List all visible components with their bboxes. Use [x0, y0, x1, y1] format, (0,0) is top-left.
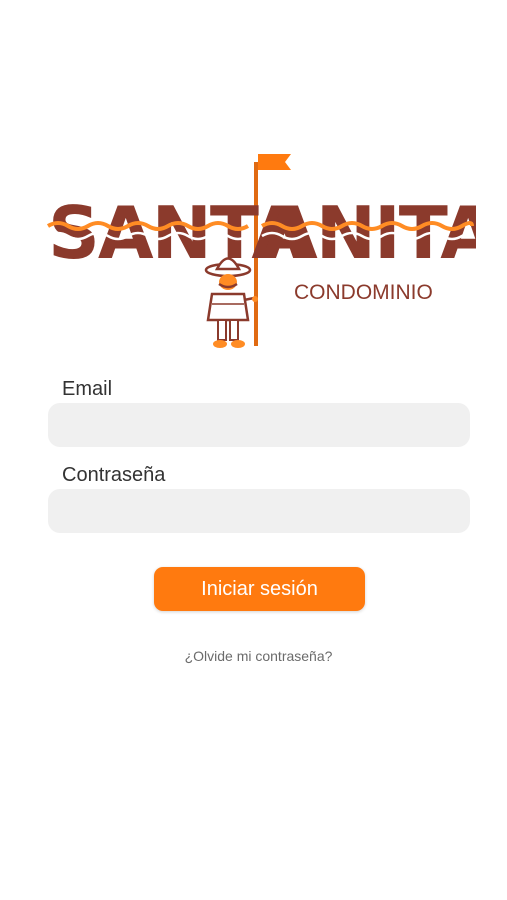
- forgot-password-link[interactable]: ¿Olvide mi contraseña?: [0, 648, 507, 664]
- app-logo: SANTA ANITA CONDOMINIO: [44, 148, 476, 354]
- logo-word-anita: ANITA: [262, 191, 476, 275]
- logo-subtitle: CONDOMINIO: [294, 281, 433, 304]
- flag-icon: [258, 154, 291, 170]
- login-screen: SANTA ANITA CONDOMINIO Email Contraseña …: [0, 0, 507, 900]
- email-label: Email: [62, 378, 113, 400]
- password-label: Contraseña: [62, 464, 166, 486]
- password-field[interactable]: [48, 489, 470, 533]
- login-button[interactable]: Iniciar sesión: [154, 567, 365, 611]
- email-field[interactable]: [48, 403, 470, 447]
- mascot-logo-icon: [204, 257, 258, 348]
